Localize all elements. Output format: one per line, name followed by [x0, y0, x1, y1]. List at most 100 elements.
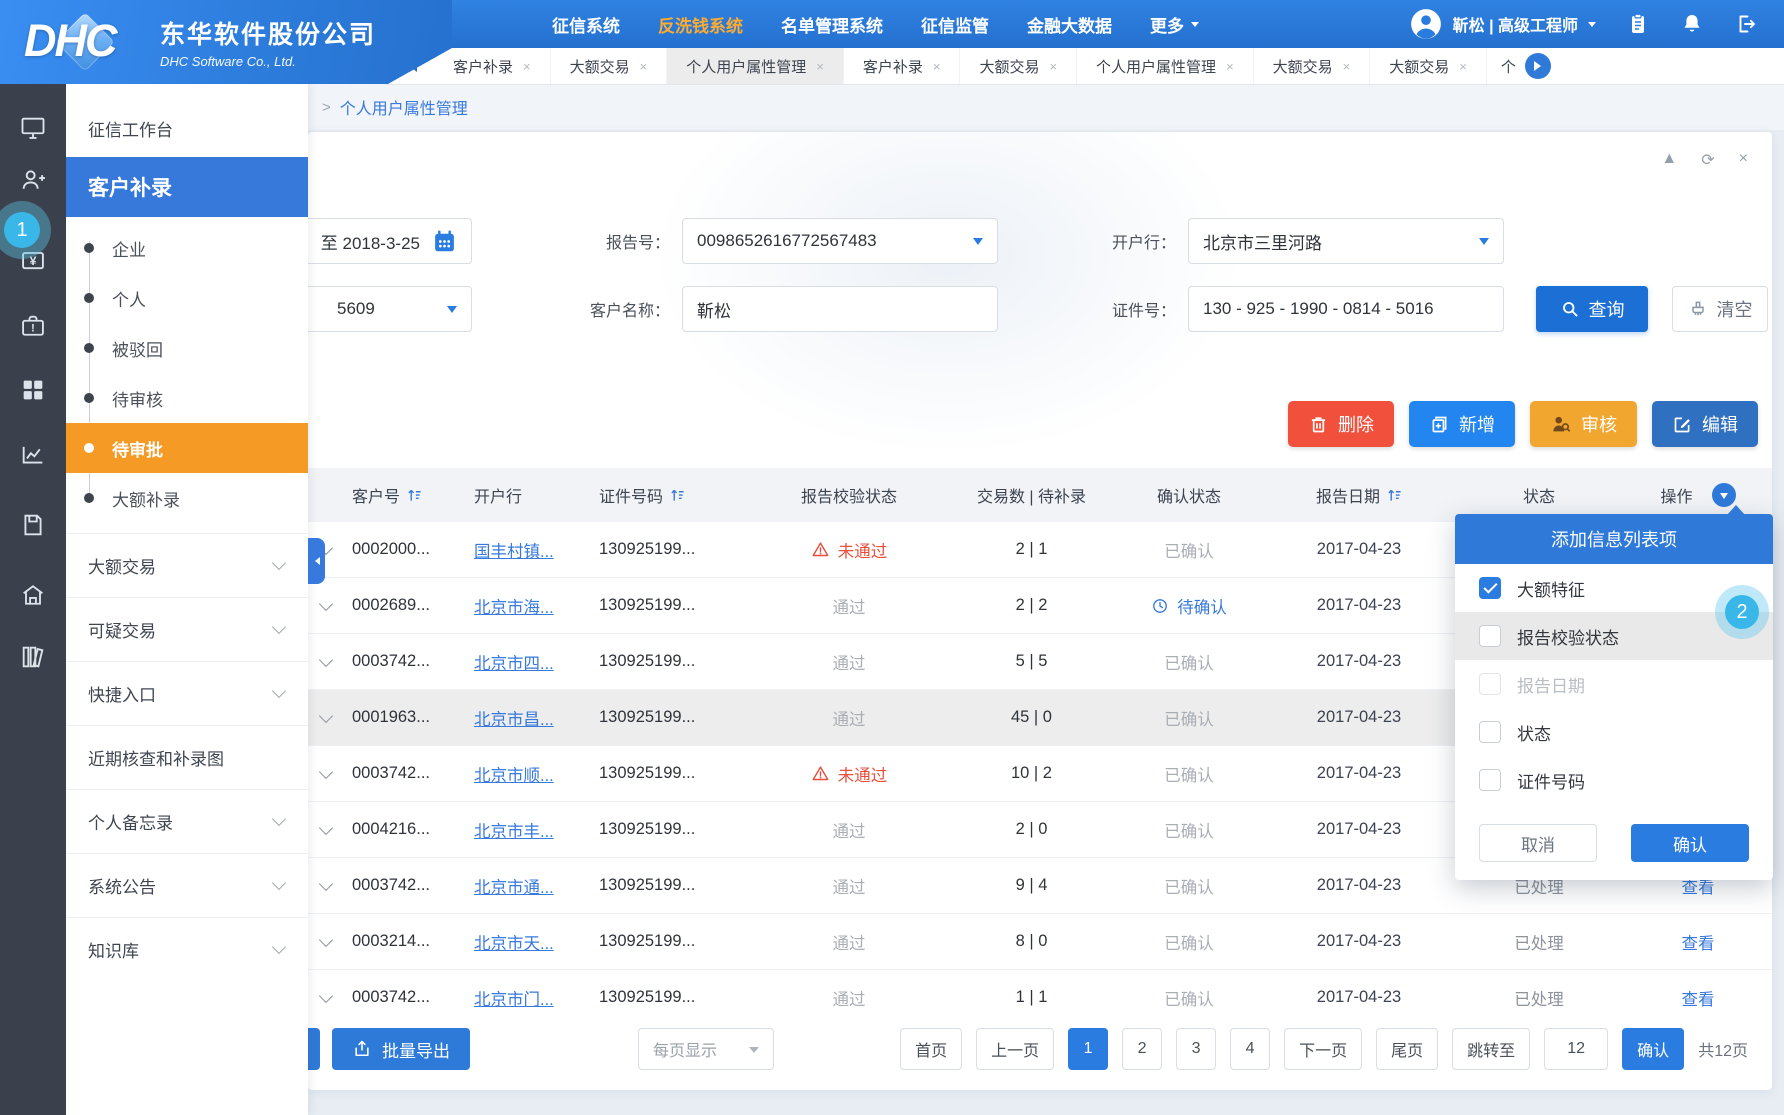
tab-close-icon[interactable]: ×: [1226, 59, 1234, 74]
nav-list-mgmt[interactable]: 名单管理系统: [781, 12, 883, 37]
logout-icon[interactable]: [1734, 12, 1758, 36]
row-expand-icon[interactable]: [319, 652, 333, 666]
tab-large-transaction[interactable]: 大额交易×: [1370, 48, 1487, 84]
chart-icon[interactable]: [0, 429, 66, 481]
row-expand-icon[interactable]: [319, 932, 333, 946]
tab-close-icon[interactable]: ×: [1343, 59, 1351, 74]
panel-option-id-no[interactable]: 证件号码: [1455, 756, 1773, 804]
edit-button[interactable]: 编辑: [1652, 401, 1758, 447]
page-jump-input[interactable]: [1544, 1028, 1608, 1070]
sidebar-item-personal[interactable]: 个人: [66, 273, 308, 323]
id-no-field[interactable]: 130 - 925 - 1990 - 0814 - 5016: [1188, 286, 1504, 332]
sidebar-section-quick-entry[interactable]: 快捷入口: [66, 661, 308, 725]
person-add-icon[interactable]: [0, 154, 66, 206]
tab-close-icon[interactable]: ×: [523, 59, 531, 74]
col-id-no[interactable]: 证件号码: [599, 483, 749, 507]
sidebar-item-large-supplement[interactable]: 大额补录: [66, 473, 308, 523]
col-bank[interactable]: 开户行: [474, 483, 599, 507]
tab-close-icon[interactable]: ×: [1049, 59, 1057, 74]
page-number-button[interactable]: 1: [1068, 1028, 1108, 1070]
panel-option-status[interactable]: 状态: [1455, 708, 1773, 756]
view-link[interactable]: 查看: [1682, 935, 1715, 953]
checkbox-icon[interactable]: [1479, 673, 1501, 695]
sidebar-section-knowledge-base[interactable]: 知识库: [66, 917, 308, 981]
table-row[interactable]: 0003214... 北京市天... 130925199... 通过 8 | 0…: [308, 914, 1772, 970]
sort-icon[interactable]: [670, 488, 685, 503]
add-button[interactable]: 新增: [1409, 401, 1515, 447]
grid-icon[interactable]: [0, 364, 66, 416]
customer-name-field[interactable]: 靳松: [682, 286, 998, 332]
tab-large-transaction[interactable]: 大额交易×: [551, 48, 668, 84]
nav-credit-supervision[interactable]: 征信监管: [921, 12, 989, 37]
panel-cancel-button[interactable]: 取消: [1479, 824, 1597, 862]
sidebar-section-suspicious-transaction[interactable]: 可疑交易: [66, 597, 308, 661]
sidebar-item-pending-review[interactable]: 待审核: [66, 373, 308, 423]
page-prev-button[interactable]: 上一页: [976, 1028, 1054, 1070]
home-icon[interactable]: [0, 569, 66, 621]
sidebar-section-system-notice[interactable]: 系统公告: [66, 853, 308, 917]
row-expand-icon[interactable]: [319, 764, 333, 778]
delete-button[interactable]: 删除: [1288, 401, 1394, 447]
nav-aml-system[interactable]: 反洗钱系统: [658, 12, 743, 37]
bell-icon[interactable]: [1680, 12, 1704, 36]
report-no-select[interactable]: 0098652616772567483: [682, 218, 998, 264]
table-row[interactable]: 0003742... 北京市门... 130925199... 通过 1 | 1…: [308, 970, 1772, 1025]
calendar-icon[interactable]: [432, 229, 457, 254]
page-size-select[interactable]: 每页显示: [638, 1028, 774, 1070]
page-number-button[interactable]: 3: [1176, 1028, 1216, 1070]
monitor-icon[interactable]: [0, 102, 66, 154]
panel-confirm-button[interactable]: 确认: [1631, 824, 1749, 862]
sidebar-section-large-transaction[interactable]: 大额交易: [66, 533, 308, 597]
tab-personal-user-attr[interactable]: 个人用户属性管理×: [667, 48, 844, 84]
panel-refresh-icon[interactable]: ⟳: [1701, 150, 1714, 170]
col-customer-no[interactable]: 客户号: [344, 483, 474, 507]
sidebar-item-rejected[interactable]: 被驳回: [66, 323, 308, 373]
tab-close-icon[interactable]: ×: [1459, 59, 1467, 74]
bank-select[interactable]: 北京市三里河路: [1188, 218, 1504, 264]
checkbox-icon[interactable]: [1479, 721, 1501, 743]
sidebar-group-customer-supplement[interactable]: 客户补录: [66, 157, 308, 217]
row-expand-icon[interactable]: [319, 596, 333, 610]
books-icon[interactable]: [0, 631, 66, 683]
nav-credit-system[interactable]: 征信系统: [552, 12, 620, 37]
user-menu[interactable]: 靳松 | 高级工程师: [1409, 7, 1596, 41]
bank-link[interactable]: 北京市天...: [474, 935, 554, 953]
bank-link[interactable]: 北京市通...: [474, 879, 554, 897]
sidebar-item-enterprise[interactable]: 企业: [66, 223, 308, 273]
row-expand-icon[interactable]: [319, 820, 333, 834]
tab-large-transaction[interactable]: 大额交易×: [960, 48, 1077, 84]
column-settings-button[interactable]: [1712, 483, 1736, 507]
nav-more[interactable]: 更多: [1150, 12, 1199, 37]
row-expand-icon[interactable]: [319, 988, 333, 1002]
bank-link[interactable]: 国丰村镇...: [474, 543, 554, 561]
tab-large-transaction[interactable]: 大额交易×: [1254, 48, 1371, 84]
nav-finance-bigdata[interactable]: 金融大数据: [1027, 12, 1112, 37]
query-button[interactable]: 查询: [1536, 286, 1648, 332]
tab-personal-user-attr[interactable]: 个人用户属性管理×: [1077, 48, 1254, 84]
sort-icon[interactable]: [407, 488, 422, 503]
briefcase-alert-icon[interactable]: !: [0, 300, 66, 352]
tab-close-icon[interactable]: ×: [640, 59, 648, 74]
tab-customer-supplement[interactable]: 客户补录×: [844, 48, 961, 84]
bank-link[interactable]: 北京市四...: [474, 655, 554, 673]
batch-export-button[interactable]: 批量导出: [332, 1028, 470, 1070]
tab-close-icon[interactable]: ×: [933, 59, 941, 74]
clear-button[interactable]: 清空: [1672, 286, 1768, 332]
tab-partial[interactable]: 个: [1487, 48, 1525, 84]
sidebar-section-recent-check-chart[interactable]: 近期核查和补录图: [66, 725, 308, 789]
checkbox-icon[interactable]: [1479, 769, 1501, 791]
row-expand-icon[interactable]: [319, 708, 333, 722]
tabs-scroll-right-icon[interactable]: [1525, 53, 1551, 79]
panel-option-report-date[interactable]: 报告日期: [1455, 660, 1773, 708]
bank-link[interactable]: 北京市顺...: [474, 767, 554, 785]
sidebar-section-personal-memo[interactable]: 个人备忘录: [66, 789, 308, 853]
row-expand-icon[interactable]: [319, 876, 333, 890]
bank-link[interactable]: 北京市海...: [474, 599, 554, 617]
view-link[interactable]: 查看: [1682, 879, 1715, 897]
page-first-button[interactable]: 首页: [900, 1028, 962, 1070]
page-jump-confirm-button[interactable]: 确认: [1622, 1028, 1684, 1070]
audit-button[interactable]: 审核: [1530, 401, 1637, 447]
page-next-button[interactable]: 下一页: [1284, 1028, 1362, 1070]
sidebar-collapse-handle[interactable]: [308, 538, 325, 584]
panel-collapse-icon[interactable]: ▲: [1661, 150, 1677, 170]
